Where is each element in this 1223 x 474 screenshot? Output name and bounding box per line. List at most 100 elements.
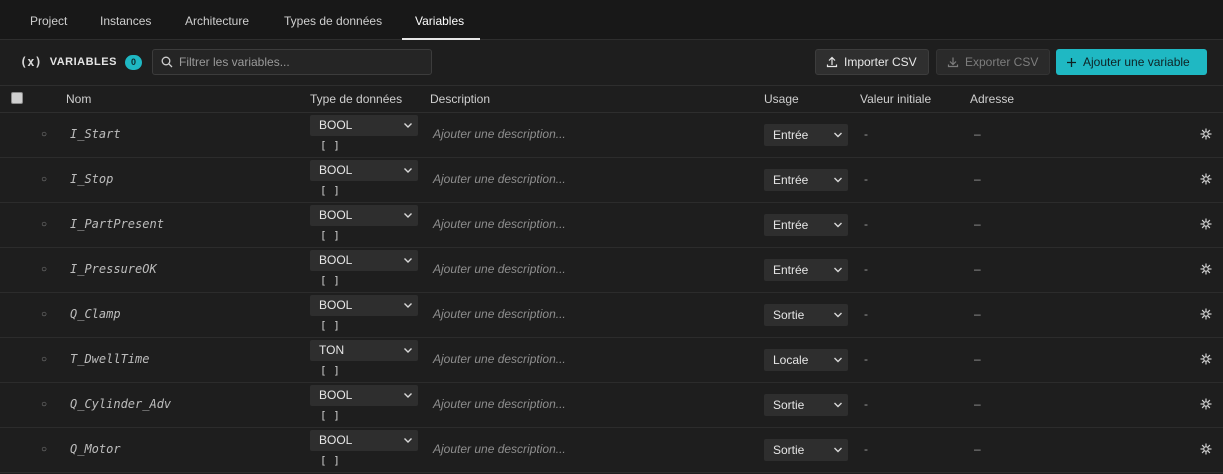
array-dimension[interactable]: [ ] (320, 364, 340, 377)
table-row[interactable]: ○ I_Start BOOL [ ] Ajouter une description..… (0, 113, 1223, 158)
settings-icon[interactable] (1200, 443, 1212, 458)
usage-select[interactable]: Entrée (764, 259, 848, 281)
address-value[interactable]: – (974, 217, 981, 231)
drag-handle-icon[interactable]: ○ (41, 309, 47, 320)
data-type-select[interactable]: BOOL (310, 385, 418, 406)
variable-name[interactable]: T_DwellTime (70, 352, 149, 366)
address-value[interactable]: – (974, 172, 981, 186)
address-value[interactable]: – (974, 262, 981, 276)
array-dimension[interactable]: [ ] (320, 139, 340, 152)
initial-value[interactable]: - (864, 307, 868, 321)
description-field[interactable]: Ajouter une description... (433, 217, 566, 231)
add-variable-button[interactable]: Ajouter une variable (1056, 49, 1207, 75)
table-row[interactable]: ○ I_PartPresent BOOL [ ] Ajouter une descrip… (0, 203, 1223, 248)
description-field[interactable]: Ajouter une description... (433, 307, 566, 321)
settings-icon[interactable] (1200, 263, 1212, 278)
usage-select[interactable]: Entrée (764, 169, 848, 191)
array-dimension[interactable]: [ ] (320, 319, 340, 332)
table-row[interactable]: ○ I_PressureOK BOOL [ ] Ajouter une descript… (0, 248, 1223, 293)
settings-icon[interactable] (1200, 398, 1212, 413)
data-type-select[interactable]: BOOL (310, 115, 418, 136)
drag-handle-icon[interactable]: ○ (41, 219, 47, 230)
initial-value[interactable]: - (864, 217, 868, 231)
usage-select[interactable]: Locale (764, 349, 848, 371)
tab-project[interactable]: Project (16, 0, 81, 40)
drag-handle-icon[interactable]: ○ (41, 174, 47, 185)
settings-icon[interactable] (1200, 173, 1212, 188)
description-field[interactable]: Ajouter une description... (433, 352, 566, 366)
column-header-address[interactable]: Adresse (970, 86, 1014, 112)
select-all-checkbox[interactable] (11, 92, 23, 104)
data-type-select[interactable]: BOOL (310, 205, 418, 226)
description-field[interactable]: Ajouter une description... (433, 442, 566, 456)
address-value[interactable]: – (974, 127, 981, 141)
array-dimension[interactable]: [ ] (320, 274, 340, 287)
array-dimension[interactable]: [ ] (320, 229, 340, 242)
column-header-description[interactable]: Description (430, 86, 490, 112)
column-header-type[interactable]: Type de données (310, 86, 402, 112)
import-csv-button[interactable]: Importer CSV (815, 49, 929, 75)
variable-name[interactable]: Q_Cylinder_Adv (70, 397, 171, 411)
search-input[interactable] (179, 55, 419, 69)
usage-select[interactable]: Entrée (764, 214, 848, 236)
usage-select[interactable]: Sortie (764, 394, 848, 416)
settings-icon[interactable] (1200, 353, 1212, 368)
tab-architecture[interactable]: Architecture (171, 0, 263, 40)
data-type-select[interactable]: BOOL (310, 295, 418, 316)
description-field[interactable]: Ajouter une description... (433, 262, 566, 276)
description-field[interactable]: Ajouter une description... (433, 397, 566, 411)
data-type-select[interactable]: TON (310, 340, 418, 361)
data-type-value: BOOL (319, 433, 353, 447)
table-row[interactable]: ○ I_Stop BOOL [ ] Ajouter une description...… (0, 158, 1223, 203)
address-value[interactable]: – (974, 307, 981, 321)
initial-value[interactable]: - (864, 442, 868, 456)
description-field[interactable]: Ajouter une description... (433, 172, 566, 186)
tab-variables[interactable]: Variables (402, 0, 480, 40)
usage-select[interactable]: Sortie (764, 439, 848, 461)
variable-name[interactable]: I_PartPresent (70, 217, 164, 231)
variable-name[interactable]: Q_Clamp (70, 307, 121, 321)
drag-handle-icon[interactable]: ○ (41, 264, 47, 275)
tab-instances[interactable]: Instances (86, 0, 165, 40)
table-row[interactable]: ○ Q_Cylinder_Adv BOOL [ ] Ajouter une descri… (0, 383, 1223, 428)
variable-name[interactable]: I_Start (70, 127, 121, 141)
table-row[interactable]: ○ Q_Motor BOOL [ ] Ajouter une description..… (0, 428, 1223, 473)
data-type-select[interactable]: BOOL (310, 430, 418, 451)
export-csv-button[interactable]: Exporter CSV (936, 49, 1050, 75)
array-dimension[interactable]: [ ] (320, 184, 340, 197)
drag-handle-icon[interactable]: ○ (41, 129, 47, 140)
address-value[interactable]: – (974, 352, 981, 366)
column-header-initial-value[interactable]: Valeur initiale (860, 86, 931, 112)
usage-select[interactable]: Entrée (764, 124, 848, 146)
column-header-usage[interactable]: Usage (764, 86, 799, 112)
chevron-down-icon (833, 304, 843, 333)
settings-icon[interactable] (1200, 128, 1212, 143)
array-dimension[interactable]: [ ] (320, 454, 340, 467)
address-value[interactable]: – (974, 397, 981, 411)
variable-name[interactable]: I_Stop (70, 172, 113, 186)
variable-name[interactable]: Q_Motor (70, 442, 121, 456)
column-header-name[interactable]: Nom (66, 86, 91, 112)
table-row[interactable]: ○ T_DwellTime TON [ ] Ajouter une descriptio… (0, 338, 1223, 383)
search-box[interactable] (152, 49, 432, 75)
initial-value[interactable]: - (864, 172, 868, 186)
usage-select[interactable]: Sortie (764, 304, 848, 326)
variable-name[interactable]: I_PressureOK (70, 262, 157, 276)
drag-handle-icon[interactable]: ○ (41, 399, 47, 410)
variables-toolbar: (x) VARIABLES 0 Importer CSV Exporter CS… (0, 40, 1223, 85)
address-value[interactable]: – (974, 442, 981, 456)
initial-value[interactable]: - (864, 352, 868, 366)
settings-icon[interactable] (1200, 308, 1212, 323)
settings-icon[interactable] (1200, 218, 1212, 233)
data-type-select[interactable]: BOOL (310, 250, 418, 271)
description-field[interactable]: Ajouter une description... (433, 127, 566, 141)
data-type-select[interactable]: BOOL (310, 160, 418, 181)
array-dimension[interactable]: [ ] (320, 409, 340, 422)
table-row[interactable]: ○ Q_Clamp BOOL [ ] Ajouter une description..… (0, 293, 1223, 338)
initial-value[interactable]: - (864, 262, 868, 276)
tab-data-types[interactable]: Types de données (270, 0, 396, 40)
drag-handle-icon[interactable]: ○ (41, 354, 47, 365)
initial-value[interactable]: - (864, 397, 868, 411)
initial-value[interactable]: - (864, 127, 868, 141)
drag-handle-icon[interactable]: ○ (41, 444, 47, 455)
